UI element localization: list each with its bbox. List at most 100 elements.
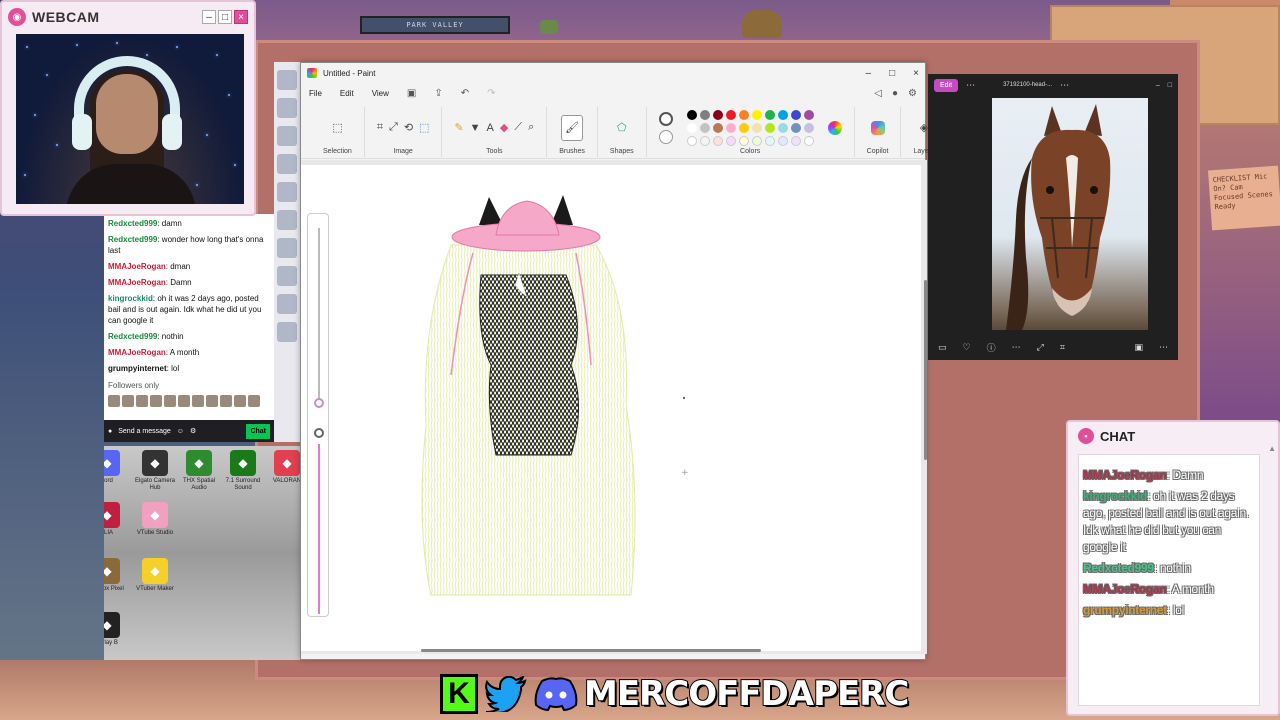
palette-color-swatch[interactable] bbox=[738, 135, 749, 146]
palette-color-swatch[interactable] bbox=[790, 135, 801, 146]
selection-rectangle-icon[interactable]: ⬚ bbox=[332, 121, 342, 134]
close-icon[interactable]: × bbox=[913, 68, 919, 79]
emote-icon[interactable] bbox=[234, 395, 246, 407]
palette-color-swatch[interactable] bbox=[686, 122, 697, 133]
redo-icon[interactable]: ↷ bbox=[487, 88, 495, 99]
close-icon[interactable]: × bbox=[234, 10, 248, 24]
layers-icon[interactable]: ◈ bbox=[920, 121, 928, 134]
palette-color-swatch[interactable] bbox=[751, 109, 762, 120]
brush-size-track[interactable] bbox=[318, 228, 320, 408]
feedback-icon[interactable]: ◁ bbox=[874, 88, 882, 99]
chat-username[interactable]: MMAJoeRogan bbox=[1083, 582, 1167, 596]
emote-icon[interactable] bbox=[150, 395, 162, 407]
crop-icon[interactable]: ⌗ bbox=[377, 121, 383, 134]
pencil-icon[interactable]: ✎ bbox=[454, 121, 463, 134]
palette-color-swatch[interactable] bbox=[738, 122, 749, 133]
palette-color-swatch[interactable] bbox=[686, 135, 697, 146]
desktop-shortcut[interactable]: ◆ 7.1 Surround Sound bbox=[220, 450, 266, 492]
fill-icon[interactable]: ▼ bbox=[470, 122, 481, 134]
palette-color-swatch[interactable] bbox=[738, 109, 749, 120]
edit-colors-icon[interactable] bbox=[827, 120, 842, 135]
save-icon[interactable]: ▣ bbox=[407, 88, 416, 99]
maximize-icon[interactable]: □ bbox=[1168, 82, 1172, 89]
brush-icon[interactable]: 🖌 bbox=[561, 114, 584, 141]
chat-input[interactable]: Send a message bbox=[118, 426, 171, 437]
chat-username[interactable]: Redxcted999 bbox=[108, 235, 157, 244]
favorite-heart-icon[interactable]: ♡ bbox=[963, 342, 971, 353]
palette-color-swatch[interactable] bbox=[764, 109, 775, 120]
emote-icon[interactable] bbox=[108, 395, 120, 407]
mic-icon[interactable]: ● bbox=[108, 426, 112, 437]
undo-icon[interactable]: ↶ bbox=[461, 88, 469, 99]
emote-icon[interactable] bbox=[206, 395, 218, 407]
desktop-shortcut-icon[interactable] bbox=[277, 182, 297, 202]
emote-icon[interactable] bbox=[248, 395, 260, 407]
desktop-shortcut[interactable]: ◆ Elgato Camera Hub bbox=[132, 450, 178, 492]
palette-color-swatch[interactable] bbox=[777, 109, 788, 120]
desktop-shortcut-icon[interactable] bbox=[277, 70, 297, 90]
more-options-icon[interactable]: ⋯ bbox=[1159, 342, 1168, 353]
brush-size-thumb[interactable] bbox=[314, 398, 324, 408]
desktop-shortcut[interactable]: ◆ cord bbox=[104, 450, 130, 485]
minimize-icon[interactable]: – bbox=[202, 10, 216, 24]
filmstrip-icon[interactable]: ▭ bbox=[938, 342, 947, 353]
palette-color-swatch[interactable] bbox=[764, 135, 775, 146]
desktop-shortcut-icon[interactable] bbox=[277, 266, 297, 286]
chat-username[interactable]: grumpyinternet bbox=[1083, 603, 1167, 617]
palette-color-swatch[interactable] bbox=[712, 122, 723, 133]
secondary-color-swatch[interactable] bbox=[658, 129, 673, 144]
color-picker-icon[interactable]: ⟋ bbox=[514, 121, 522, 134]
chat-username[interactable]: kingrockkid bbox=[1083, 489, 1147, 503]
emote-icon[interactable] bbox=[178, 395, 190, 407]
desktop-shortcut[interactable]: ◆ ackbox Pixel bbox=[104, 558, 130, 593]
desktop-shortcut-icon[interactable] bbox=[277, 322, 297, 342]
desktop-shortcut[interactable]: ◆ VALORAN bbox=[264, 450, 300, 485]
chat-username[interactable]: kingrockkid bbox=[108, 294, 153, 303]
chat-username[interactable]: Redxcted999 bbox=[1083, 561, 1154, 575]
palette-color-swatch[interactable] bbox=[751, 135, 762, 146]
emote-icon[interactable] bbox=[122, 395, 134, 407]
palette-color-swatch[interactable] bbox=[790, 109, 801, 120]
emote-picker-icon[interactable]: ☺ bbox=[177, 426, 184, 437]
more-options-icon[interactable]: ⋯ bbox=[1012, 342, 1021, 353]
primary-color-swatch[interactable] bbox=[658, 111, 673, 126]
palette-color-swatch[interactable] bbox=[725, 109, 736, 120]
settings-gear-icon[interactable]: ⚙ bbox=[190, 426, 196, 437]
chat-username[interactable]: grumpyinternet bbox=[108, 364, 167, 373]
minimize-icon[interactable]: – bbox=[866, 68, 872, 79]
copilot-icon[interactable] bbox=[870, 120, 885, 135]
minimize-icon[interactable]: – bbox=[1156, 82, 1160, 89]
palette-color-swatch[interactable] bbox=[712, 135, 723, 146]
emote-icon[interactable] bbox=[192, 395, 204, 407]
resize-icon[interactable]: ⤢ bbox=[389, 121, 398, 134]
palette-color-swatch[interactable] bbox=[803, 109, 814, 120]
palette-color-swatch[interactable] bbox=[725, 122, 736, 133]
more-options-icon[interactable]: ⋯ bbox=[966, 80, 975, 91]
menu-file[interactable]: File bbox=[309, 89, 322, 98]
palette-color-swatch[interactable] bbox=[686, 109, 697, 120]
share-icon[interactable]: ⇪ bbox=[434, 88, 442, 99]
chat-send-button[interactable]: Chat bbox=[246, 423, 270, 439]
palette-color-swatch[interactable] bbox=[725, 135, 736, 146]
palette-color-swatch[interactable] bbox=[803, 122, 814, 133]
desktop-shortcut-icon[interactable] bbox=[277, 238, 297, 258]
chat-username[interactable]: MMAJoeRogan bbox=[108, 348, 166, 357]
fit-screen-icon[interactable]: ⤢ bbox=[1037, 342, 1044, 353]
rotate-icon[interactable]: ⟲ bbox=[404, 121, 413, 134]
emote-icon[interactable] bbox=[164, 395, 176, 407]
palette-color-swatch[interactable] bbox=[777, 135, 788, 146]
palette-color-swatch[interactable] bbox=[777, 122, 788, 133]
vertical-scrollbar[interactable] bbox=[924, 280, 927, 460]
desktop-shortcut[interactable]: ◆ VTube Studio bbox=[132, 502, 178, 537]
emote-icon[interactable] bbox=[220, 395, 232, 407]
crop-icon[interactable]: ⌗ bbox=[1060, 342, 1065, 353]
horizontal-scrollbar[interactable] bbox=[421, 649, 761, 652]
account-icon[interactable]: ● bbox=[892, 88, 898, 99]
palette-color-swatch[interactable] bbox=[751, 122, 762, 133]
menu-edit[interactable]: Edit bbox=[340, 89, 354, 98]
scroll-up-icon[interactable]: ▲ bbox=[1268, 444, 1276, 453]
desktop-shortcut-icon[interactable] bbox=[277, 126, 297, 146]
eraser-icon[interactable]: ◆ bbox=[500, 121, 508, 134]
desktop-shortcut[interactable]: ◆ verlay B bbox=[104, 612, 130, 647]
image-select-icon[interactable]: ⬚ bbox=[419, 121, 429, 134]
